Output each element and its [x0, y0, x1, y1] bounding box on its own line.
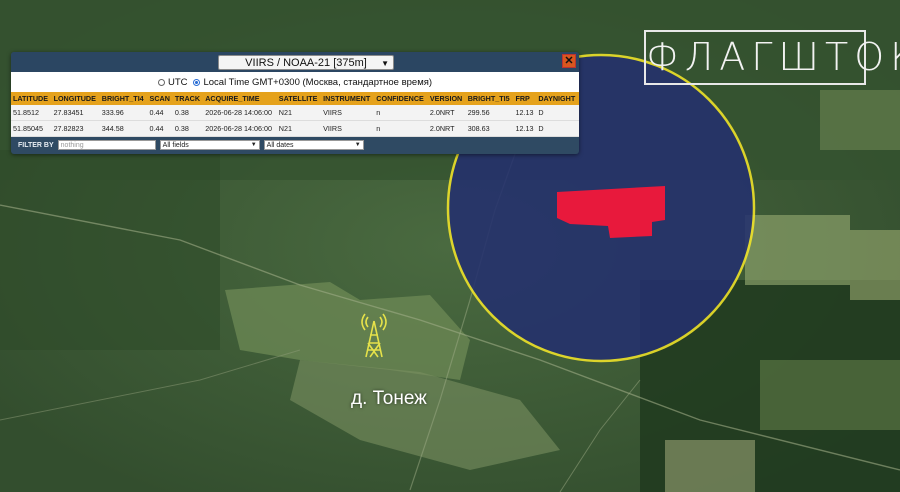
table-cell: 27.82823: [51, 120, 100, 137]
filter-input[interactable]: nothing: [57, 140, 156, 150]
column-header[interactable]: TRACK: [172, 92, 204, 105]
radio-icon: [157, 78, 165, 86]
table-cell: 2026-06-28 14:06:00: [203, 120, 277, 137]
column-header[interactable]: SATELLITE: [276, 92, 322, 105]
column-header[interactable]: BRIGHT_TI4: [99, 92, 148, 105]
brand-logo: ФЛАГШТОК: [644, 30, 900, 85]
table-cell: N21: [276, 105, 322, 121]
column-header[interactable]: DAYNIGHT: [536, 92, 579, 105]
table-cell: 0.38: [172, 105, 204, 121]
table-cell: D: [536, 105, 579, 121]
table-row[interactable]: 51.85045 27.82823 344.58 0.44 0.38 2026-…: [11, 120, 579, 137]
tz-utc-label: UTC: [167, 76, 188, 88]
product-select[interactable]: VIIRS / NOAA-21 [375m] ▼: [218, 55, 394, 70]
table-cell: N21: [276, 120, 322, 137]
column-header[interactable]: ACQUIRE_TIME: [203, 92, 277, 105]
table-cell: n: [374, 120, 428, 137]
chevron-down-icon: ▼: [354, 142, 361, 148]
column-header[interactable]: FRP: [513, 92, 537, 105]
table-cell: 51.85045: [11, 120, 52, 137]
radio-tower-icon: [361, 313, 387, 364]
filter-field-value: All fields: [162, 142, 189, 149]
tz-local-radio[interactable]: Local Time GMT+0300 (Москва, стандартное…: [193, 77, 432, 88]
column-header[interactable]: LONGITUDE: [51, 92, 100, 105]
table-cell: 12.13: [513, 120, 537, 137]
table-cell: 12.13: [513, 105, 537, 121]
column-header[interactable]: LATITUDE: [11, 92, 52, 105]
table-cell: 51.8512: [11, 105, 52, 121]
filter-dates-value: All dates: [266, 142, 294, 149]
table-cell: 0.44: [147, 105, 173, 121]
filter-bar: FILTER BY nothing All fields ▼ All dates…: [11, 137, 579, 153]
table-cell: VIIRS: [321, 120, 375, 137]
tz-local-label: Local Time GMT+0300 (Москва, стандартное…: [203, 76, 433, 88]
filter-label: FILTER BY: [18, 141, 54, 149]
table-cell: 299.56: [465, 105, 514, 121]
filter-dates-select[interactable]: All dates ▼: [263, 140, 364, 150]
product-select-value: VIIRS / NOAA-21 [375m]: [245, 57, 367, 69]
table-cell: 0.38: [172, 120, 204, 137]
fire-data-table: LATITUDE LONGITUDE BRIGHT_TI4 SCAN TRACK…: [11, 92, 579, 137]
table-cell: 2.0NRT: [427, 120, 466, 137]
popup-header: VIIRS / NOAA-21 [375m] ▼ ✕: [11, 52, 579, 72]
fire-info-popup: VIIRS / NOAA-21 [375m] ▼ ✕ UTC Local Tim…: [11, 52, 579, 154]
table-cell: n: [374, 105, 428, 121]
column-header[interactable]: SCAN: [147, 92, 173, 105]
table-cell: 333.96: [99, 105, 148, 121]
table-cell: 2026-06-28 14:06:00: [203, 105, 277, 121]
table-cell: VIIRS: [321, 105, 375, 121]
table-cell: 344.58: [99, 120, 148, 137]
village-label: д. Тонеж: [351, 388, 427, 409]
radio-selected-icon: [193, 78, 201, 86]
tz-utc-radio[interactable]: UTC: [157, 76, 188, 88]
chevron-down-icon: ▼: [381, 59, 389, 68]
column-header[interactable]: INSTRUMENT: [321, 92, 375, 105]
column-header[interactable]: CONFIDENCE: [374, 92, 428, 105]
table-cell: 0.44: [147, 120, 173, 137]
chevron-down-icon: ▼: [250, 142, 257, 148]
filter-field-select[interactable]: All fields ▼: [159, 140, 260, 150]
close-button[interactable]: ✕: [562, 54, 576, 68]
table-row[interactable]: 51.8512 27.83451 333.96 0.44 0.38 2026-0…: [11, 105, 579, 121]
column-header[interactable]: VERSION: [427, 92, 466, 105]
column-header[interactable]: BRIGHT_TI5: [465, 92, 514, 105]
table-header-row: LATITUDE LONGITUDE BRIGHT_TI4 SCAN TRACK…: [11, 92, 579, 105]
table-cell: 308.63: [465, 120, 514, 137]
timezone-selector: UTC Local Time GMT+0300 (Москва, стандар…: [11, 72, 579, 92]
table-cell: D: [536, 120, 579, 137]
table-cell: 2.0NRT: [427, 105, 466, 121]
table-cell: 27.83451: [51, 105, 100, 121]
